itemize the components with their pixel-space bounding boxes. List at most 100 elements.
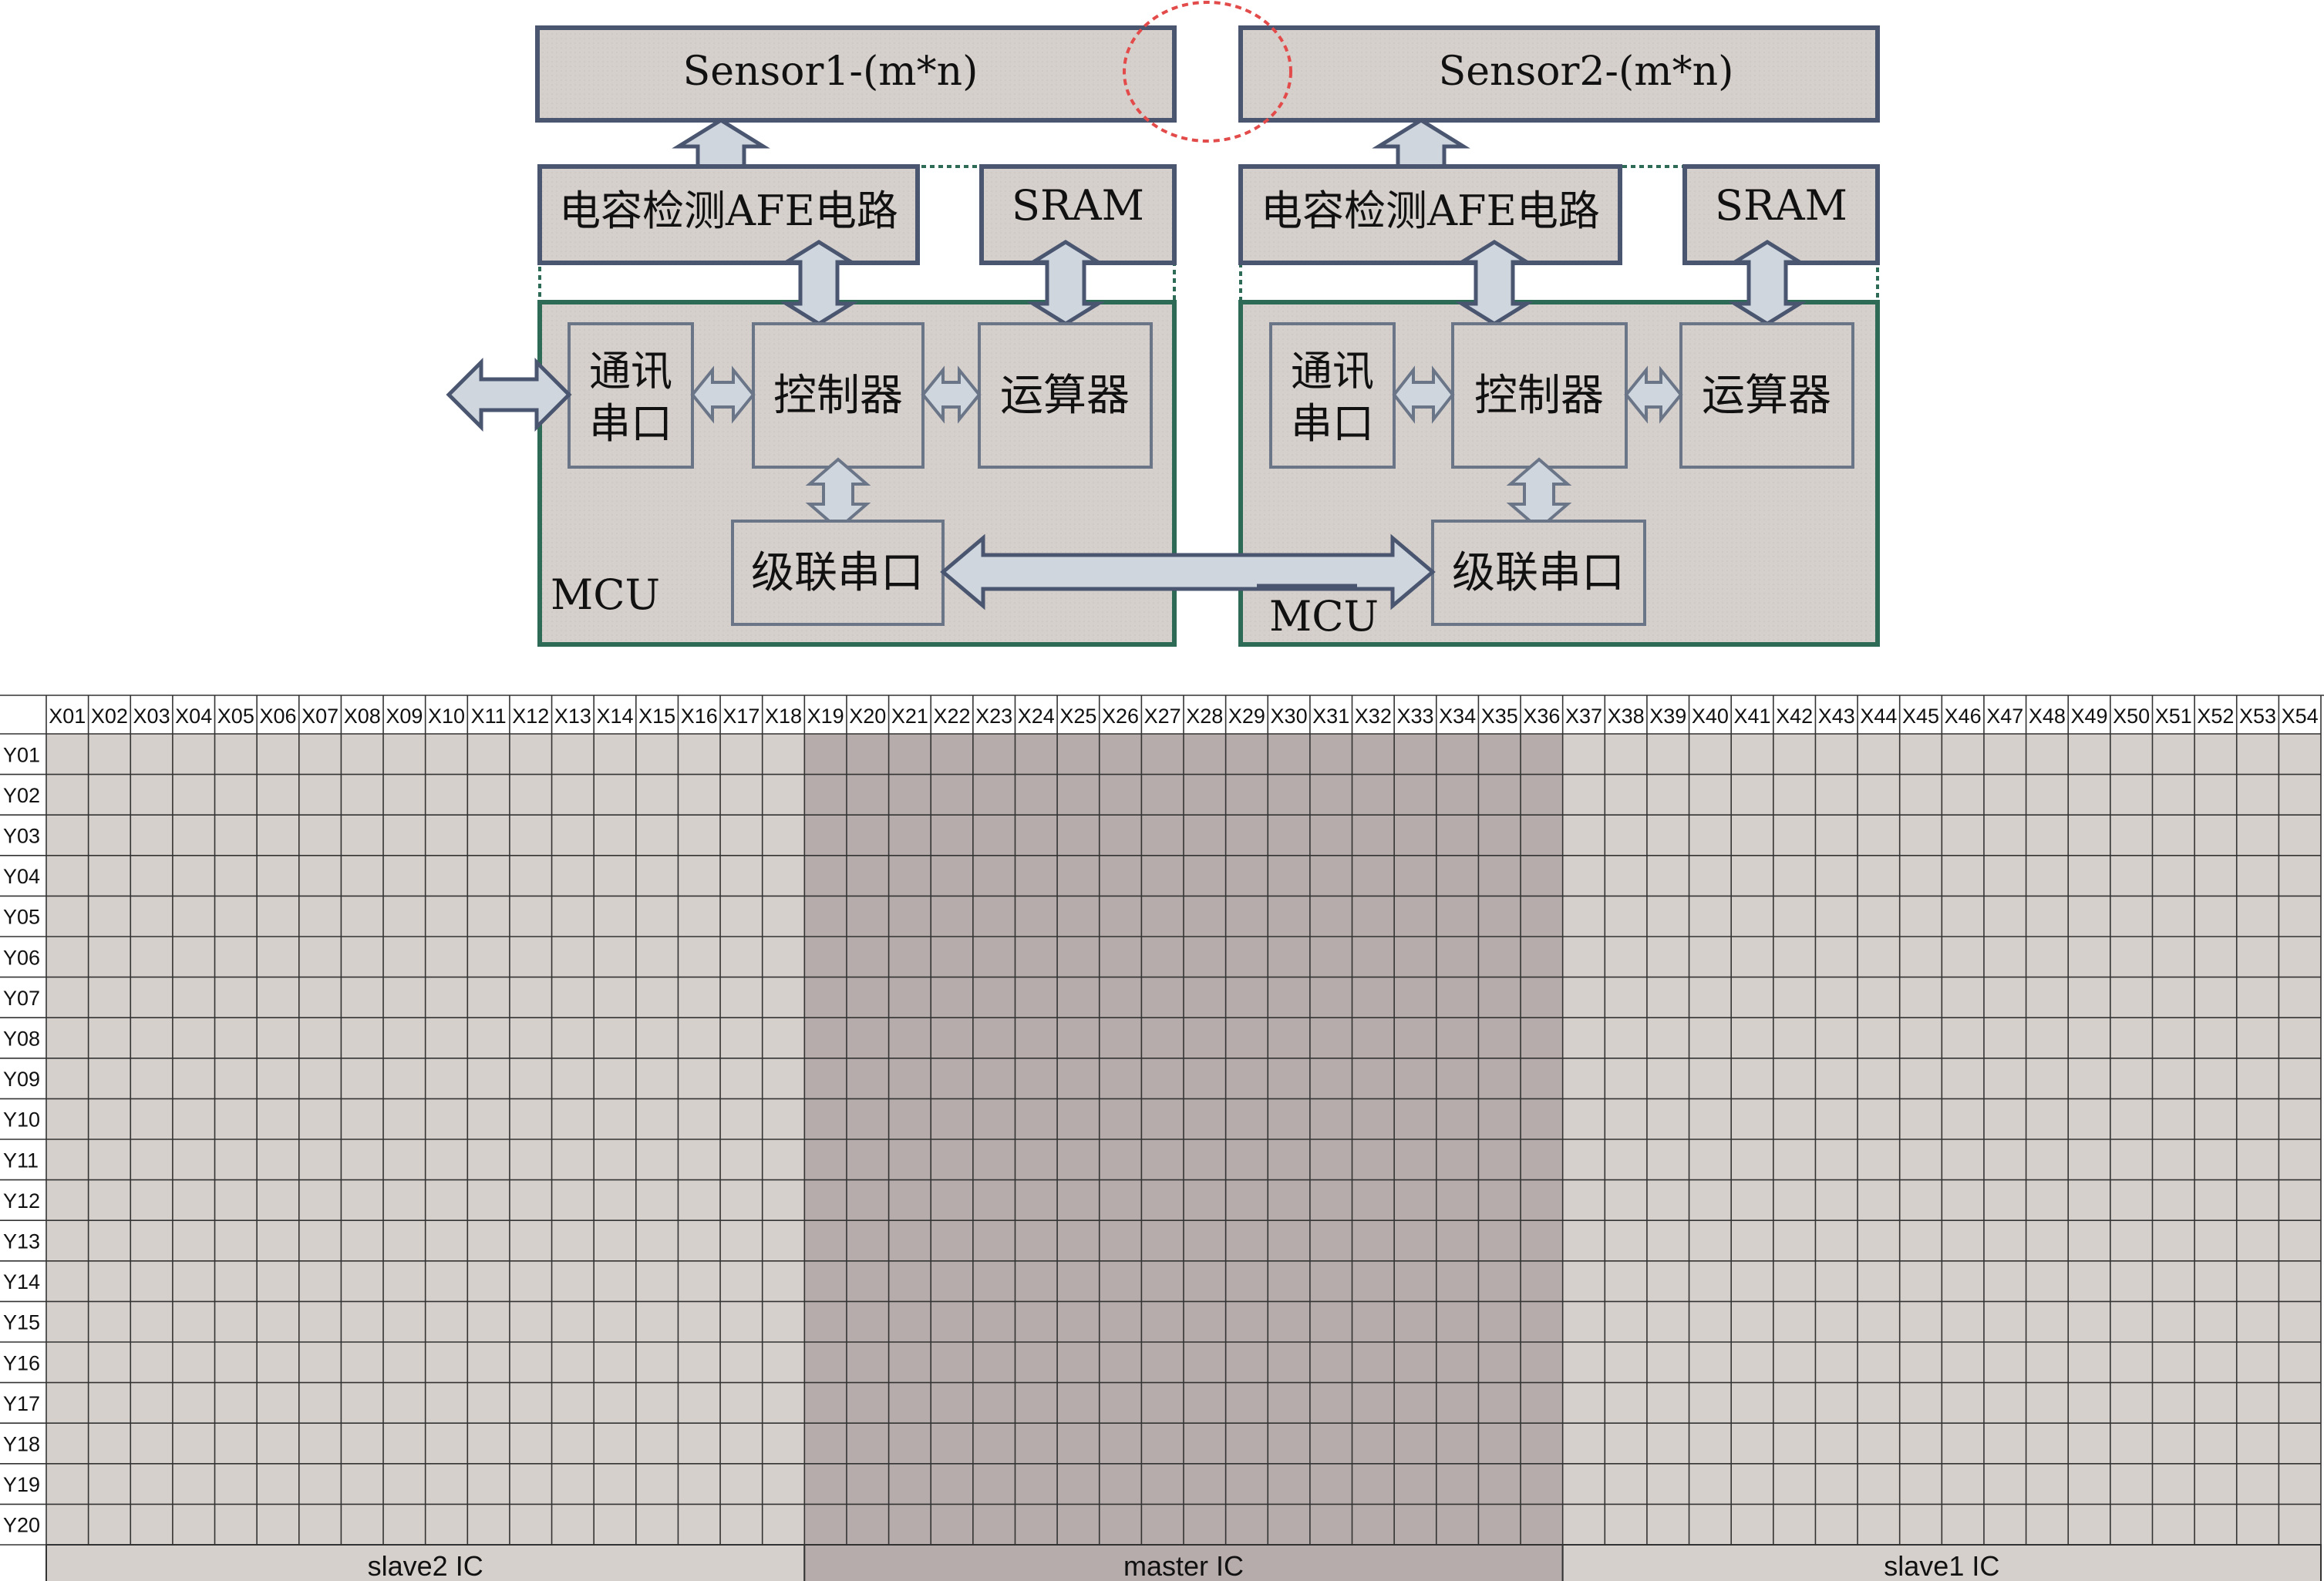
afe-label-left: 电容检测AFE电路 [559, 187, 898, 235]
x-label: X53 [2239, 705, 2276, 728]
sram-label-left: SRAM [1012, 181, 1144, 230]
y-label: Y17 [3, 1392, 40, 1415]
diagram-canvas: Sensor1-(m*n) 电容检测AFE电路 SRAM MCU 通讯 串口 控… [0, 1, 2324, 1581]
x-label: X38 [1608, 705, 1645, 728]
y-label: Y05 [3, 906, 40, 929]
region-label: master IC [1123, 1550, 1244, 1581]
mcu-label-right: MCU [1269, 592, 1379, 641]
afe-controller-arrow-right [1455, 240, 1534, 326]
y-label: Y18 [3, 1433, 40, 1456]
right-ic-block: Sensor2-(m*n) 电容检测AFE电路 SRAM 通讯 串口 控制器 运… [1238, 25, 1880, 647]
x-label: X11 [471, 705, 507, 728]
y-label: Y14 [3, 1270, 40, 1293]
x-label: X08 [344, 705, 381, 728]
x-label: X46 [1945, 705, 1982, 728]
region-label: slave1 IC [1884, 1550, 1999, 1581]
x-label: X54 [2282, 705, 2319, 728]
y-label: Y04 [3, 865, 40, 888]
sram-alu-arrow-right [1728, 240, 1807, 326]
x-label: X52 [2197, 705, 2234, 728]
x-label: X34 [1439, 705, 1476, 728]
x-label: X35 [1481, 705, 1518, 728]
afe-controller-arrow-left [780, 240, 858, 326]
x-label: X28 [1186, 705, 1223, 728]
x-label: X27 [1144, 705, 1181, 728]
x-label: X37 [1565, 705, 1602, 728]
alu-label-right: 运算器 [1702, 371, 1831, 421]
x-label: X07 [301, 705, 338, 728]
comm-port-line1-left: 通讯 [589, 347, 672, 395]
x-label: X29 [1228, 705, 1265, 728]
y-label: Y06 [3, 946, 40, 969]
x-label: X09 [386, 705, 423, 728]
x-label: X33 [1396, 705, 1433, 728]
x-label: X03 [133, 705, 170, 728]
y-label: Y12 [3, 1189, 40, 1213]
y-label: Y01 [3, 743, 40, 766]
alu-label-left: 运算器 [1000, 371, 1130, 421]
x-label: X41 [1733, 705, 1770, 728]
y-label: Y16 [3, 1351, 40, 1374]
y-label: Y02 [3, 784, 40, 807]
y-label: Y07 [3, 987, 40, 1010]
x-label: X49 [2071, 705, 2108, 728]
region-label: slave2 IC [368, 1550, 483, 1581]
x-label: X06 [259, 705, 296, 728]
comm-port-line1-right: 通讯 [1291, 347, 1374, 395]
x-label: X36 [1523, 705, 1560, 728]
x-label: X48 [2029, 705, 2066, 728]
sram-label-right: SRAM [1715, 181, 1847, 230]
x-label: X04 [175, 705, 212, 728]
x-label: X13 [554, 705, 591, 728]
x-label: X40 [1692, 705, 1729, 728]
y-label: Y11 [3, 1149, 39, 1172]
y-label: Y19 [3, 1473, 40, 1496]
x-label: X24 [1018, 705, 1055, 728]
x-label: X32 [1355, 705, 1392, 728]
x-label: X21 [891, 705, 928, 728]
y-label: Y20 [3, 1514, 40, 1537]
x-label: X01 [49, 705, 86, 728]
x-label: X22 [934, 705, 971, 728]
x-label: X15 [638, 705, 675, 728]
cascade-port-label-right: 级联串口 [1452, 548, 1625, 598]
controller-label-right: 控制器 [1474, 371, 1604, 421]
x-label: X30 [1271, 705, 1308, 728]
x-label: X50 [2113, 705, 2150, 728]
comm-port-line2-right: 串口 [1291, 399, 1374, 448]
x-label: X45 [1902, 705, 1939, 728]
mcu-label-left: MCU [551, 570, 660, 619]
x-label: X31 [1312, 705, 1349, 728]
comm-port-line2-left: 串口 [589, 399, 672, 448]
y-label: Y15 [3, 1311, 40, 1334]
x-label: X20 [849, 705, 886, 728]
sram-alu-arrow-left [1026, 240, 1105, 326]
x-label: X05 [217, 705, 254, 728]
x-label: X25 [1059, 705, 1096, 728]
x-label: X12 [512, 705, 549, 728]
left-ic-block: Sensor1-(m*n) 电容检测AFE电路 SRAM MCU 通讯 串口 控… [446, 25, 1177, 647]
x-label: X18 [765, 705, 802, 728]
x-label: X10 [428, 705, 465, 728]
x-label: X02 [91, 705, 128, 728]
y-label: Y09 [3, 1068, 40, 1091]
x-label: X43 [1818, 705, 1855, 728]
x-label: X17 [722, 705, 760, 728]
x-label: X14 [596, 705, 633, 728]
x-label: X42 [1776, 705, 1813, 728]
cascade-port-label-left: 级联串口 [751, 548, 924, 598]
sensor2-label: Sensor2-(m*n) [1439, 49, 1734, 95]
controller-label-left: 控制器 [773, 371, 903, 421]
sensor-grid: slave2 IC master IC slave1 ICX01 X02 X03 X04 X… [0, 694, 2324, 1581]
x-label: X39 [1649, 705, 1686, 728]
x-label: X16 [681, 705, 718, 728]
y-label: Y13 [3, 1230, 40, 1253]
x-label: X23 [975, 705, 1012, 728]
afe-label-right: 电容检测AFE电路 [1261, 187, 1600, 235]
x-label: X51 [2155, 705, 2192, 728]
y-label: Y10 [3, 1108, 40, 1132]
x-label: X47 [1986, 705, 2023, 728]
y-label: Y03 [3, 825, 40, 848]
x-label: X26 [1102, 705, 1139, 728]
x-label: X44 [1860, 705, 1897, 728]
